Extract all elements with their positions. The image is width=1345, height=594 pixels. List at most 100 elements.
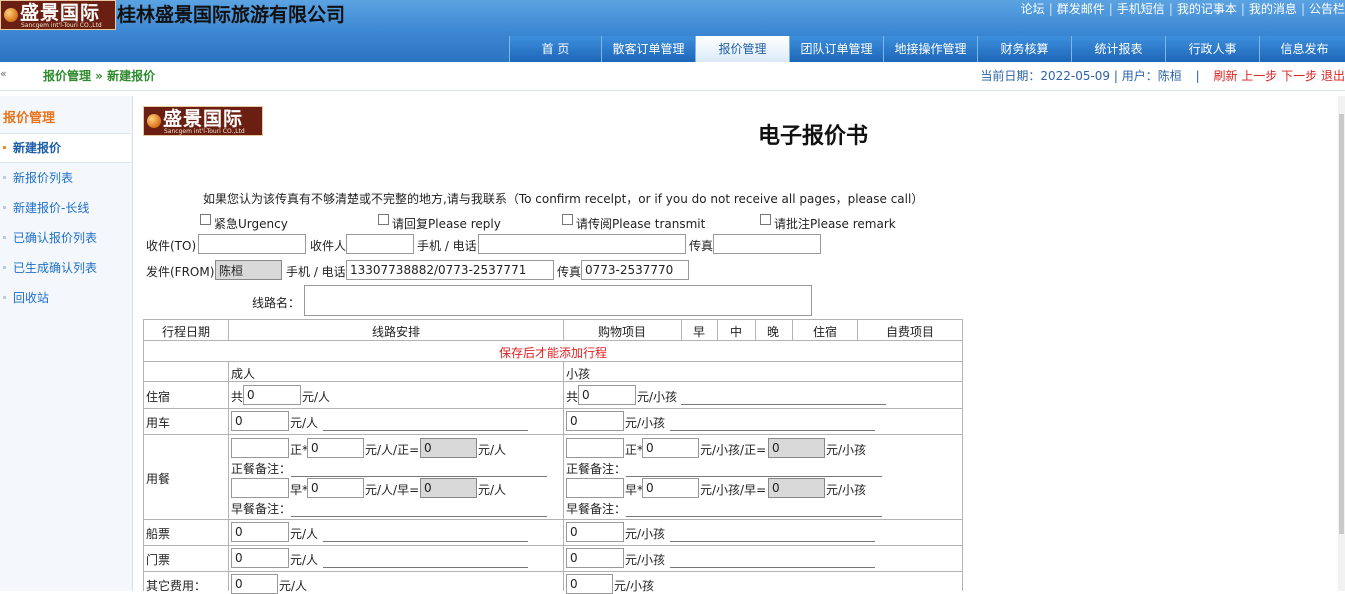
col-header-dinner: 晚 [767, 325, 780, 339]
top-link-announcements[interactable]: 公告栏 [1309, 2, 1345, 16]
from-fax-input[interactable] [581, 260, 689, 280]
child-car-note-line[interactable] [670, 430, 875, 431]
child-zao-label: 早* [625, 483, 644, 497]
nav-tab-ground-ops[interactable]: 地接操作管理 [883, 36, 977, 62]
doc-company-logo: 盛景国际 Sancgem int'l-Touri CO.,Ltd [143, 106, 263, 136]
top-link-notebook[interactable]: 我的记事本 [1177, 2, 1237, 16]
sidebar-item-confirmed-quotes[interactable]: 已确认报价列表 [0, 224, 131, 252]
scrollbar-thumb[interactable] [1339, 114, 1344, 534]
adult-zao-note-label: 早餐备注： [231, 502, 292, 516]
adult-other-input[interactable] [231, 574, 278, 594]
sidebar-item-new-quote-long[interactable]: 新建报价-长线 [0, 194, 131, 222]
prev-step-link[interactable]: 上一步 [1241, 69, 1277, 83]
row-label-car: 用车 [146, 416, 171, 430]
nav-tab-admin-hr[interactable]: 行政人事 [1165, 36, 1259, 62]
top-link-messages[interactable]: 我的消息 [1249, 2, 1297, 16]
nav-tab-quotes[interactable]: 报价管理 [695, 36, 789, 62]
main-nav: 首 页 散客订单管理 报价管理 团队订单管理 地接操作管理 财务核算 统计报表 … [509, 36, 1345, 62]
top-link-forum[interactable]: 论坛 [1021, 2, 1045, 16]
child-zheng-price[interactable] [642, 438, 699, 458]
child-lodging-note-line[interactable] [681, 404, 886, 405]
adult-zheng-total[interactable] [420, 438, 477, 458]
bullet-icon [3, 206, 6, 209]
bullet-icon [3, 176, 6, 179]
adult-boat-unit: 元/人 [290, 527, 319, 541]
to-fax-input[interactable] [713, 234, 821, 254]
adult-lodging-input[interactable] [243, 385, 301, 405]
sidebar-item-generated-confirmations[interactable]: 已生成确认列表 [0, 254, 131, 282]
child-ticket-note-line[interactable] [670, 567, 875, 568]
child-zheng-note-line[interactable] [626, 476, 882, 477]
route-name-input[interactable] [304, 285, 812, 316]
child-zao-price[interactable] [642, 478, 699, 498]
transmit-checkbox[interactable] [562, 214, 573, 225]
top-link-sms[interactable]: 手机短信 [1117, 2, 1165, 16]
sidebar-item-new-quote[interactable]: 新建报价 [0, 133, 131, 163]
adult-car-note-line[interactable] [323, 430, 528, 431]
nav-tab-info-publish[interactable]: 信息发布 [1259, 36, 1345, 62]
child-zao-eq: 元/小孩/早= [700, 483, 767, 497]
child-other-input[interactable] [566, 574, 613, 594]
from-input[interactable] [215, 260, 282, 280]
receiver-input[interactable] [346, 234, 414, 254]
adult-zheng-count[interactable] [231, 438, 289, 458]
adult-zheng-price[interactable] [307, 438, 364, 458]
child-lodging-unit: 元/小孩 [637, 390, 678, 404]
adult-zao-note-line[interactable] [291, 516, 547, 517]
child-car-input[interactable] [566, 411, 624, 431]
from-fax-label: 传真 [557, 265, 582, 279]
child-boat-unit: 元/小孩 [625, 527, 666, 541]
child-ticket-input[interactable] [566, 548, 624, 568]
urgent-label: 紧急Urgency [214, 217, 288, 231]
nav-tab-finance[interactable]: 财务核算 [977, 36, 1071, 62]
vertical-scrollbar[interactable] [1338, 96, 1345, 591]
sidebar-item-new-quote-list[interactable]: 新报价列表 [0, 164, 131, 192]
adult-zheng-note-line[interactable] [291, 476, 547, 477]
top-link-mass-mail[interactable]: 群发邮件 [1057, 2, 1105, 16]
logout-link[interactable]: 退出 [1321, 69, 1345, 83]
adult-zao-count[interactable] [231, 478, 289, 498]
child-zao-note-line[interactable] [626, 516, 882, 517]
child-lodging-input[interactable] [578, 385, 636, 405]
adult-zao-eq: 元/人/早= [365, 483, 420, 497]
reply-checkbox[interactable] [378, 214, 389, 225]
child-zao-total[interactable] [768, 478, 825, 498]
to-phone-input[interactable] [478, 234, 686, 254]
child-zheng-eq: 元/小孩/正= [700, 443, 767, 457]
row-label-other: 其它费用： [146, 579, 207, 593]
adult-zao-label: 早* [290, 483, 309, 497]
collapse-arrow-icon[interactable]: « [0, 67, 7, 80]
nav-tab-home[interactable]: 首 页 [509, 36, 601, 62]
adult-boat-note-line[interactable] [323, 541, 528, 542]
adult-zao-total[interactable] [420, 478, 477, 498]
adult-boat-input[interactable] [231, 522, 289, 542]
next-step-link[interactable]: 下一步 [1281, 69, 1317, 83]
sidebar-item-label: 已生成确认列表 [13, 261, 98, 275]
from-label: 发件(FROM) [146, 265, 215, 279]
to-input[interactable] [198, 234, 306, 254]
sidebar-item-recycle-bin[interactable]: 回收站 [0, 284, 131, 312]
to-phone-label: 手机 / 电话 [417, 239, 477, 253]
refresh-link[interactable]: 刷新 [1213, 69, 1237, 83]
child-boat-input[interactable] [566, 522, 624, 542]
adult-zao-price[interactable] [307, 478, 364, 498]
child-boat-note-line[interactable] [670, 541, 875, 542]
document-title: 电子报价书 [758, 124, 869, 149]
from-phone-input[interactable] [346, 260, 554, 280]
adult-zheng-eq: 元/人/正= [365, 443, 420, 457]
urgent-checkbox[interactable] [200, 214, 211, 225]
nav-tab-individual-orders[interactable]: 散客订单管理 [601, 36, 695, 62]
adult-other-unit: 元/人 [279, 579, 308, 593]
child-zao-count[interactable] [566, 478, 624, 498]
nav-tab-group-orders[interactable]: 团队订单管理 [789, 36, 883, 62]
child-zheng-total[interactable] [768, 438, 825, 458]
adult-ticket-input[interactable] [231, 548, 289, 568]
adult-car-input[interactable] [231, 411, 289, 431]
adult-ticket-note-line[interactable] [323, 567, 528, 568]
child-zheng-count[interactable] [566, 438, 624, 458]
bullet-icon [3, 236, 6, 239]
nav-tab-reports[interactable]: 统计报表 [1071, 36, 1165, 62]
child-lodging-prefix: 共 [566, 390, 579, 404]
remark-checkbox[interactable] [760, 214, 771, 225]
col-header-date: 行程日期 [162, 325, 211, 339]
